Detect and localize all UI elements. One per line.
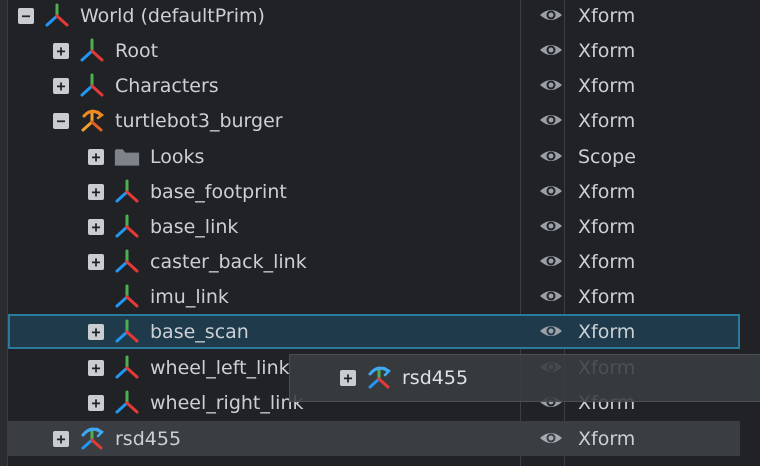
eye-icon[interactable] (539, 216, 563, 236)
row-label: wheel_left_link (150, 356, 290, 379)
row-type: Xform (578, 215, 636, 238)
tree-row[interactable]: + caster_back_link Xform (8, 244, 740, 279)
xform-icon (44, 3, 70, 29)
expand-icon: + (340, 369, 356, 386)
row-label: World (defaultPrim) (80, 4, 265, 27)
eye-icon[interactable] (539, 428, 563, 448)
tree-row-selected[interactable]: + base_scan Xform (8, 314, 740, 349)
row-label: base_link (150, 215, 239, 238)
row-type: Xform (578, 285, 636, 308)
camera-asset-icon (366, 365, 392, 391)
stage-tree-panel: − World (defaultPrim) Xform + Root Xform… (0, 0, 760, 466)
eye-icon[interactable] (539, 321, 563, 341)
row-type: Xform (578, 180, 636, 203)
collapse-icon[interactable]: − (53, 112, 69, 129)
row-label: base_scan (150, 320, 249, 343)
expand-icon[interactable]: + (88, 359, 104, 376)
tree-row[interactable]: + base_footprint Xform (8, 174, 740, 209)
tree-row[interactable]: + Looks Scope (8, 139, 740, 174)
xform-icon (114, 249, 140, 275)
row-label: Characters (115, 74, 219, 97)
expand-icon[interactable]: + (88, 323, 104, 340)
row-label: base_footprint (150, 180, 287, 203)
xform-icon (114, 179, 140, 205)
row-type: Scope (578, 145, 636, 168)
eye-icon[interactable] (539, 40, 563, 60)
camera-asset-icon (79, 426, 105, 452)
folder-icon (114, 144, 140, 170)
row-label: Root (115, 39, 159, 62)
expand-icon[interactable]: + (88, 394, 104, 411)
panel-left-edge (0, 0, 8, 466)
tree-row[interactable]: − World (defaultPrim) Xform (8, 0, 740, 33)
xform-icon (79, 73, 105, 99)
row-type: Xform (578, 4, 636, 27)
row-type: Xform (578, 427, 636, 450)
tree-row[interactable]: − turtlebot3_burger Xform (8, 103, 740, 138)
expand-icon[interactable]: + (88, 183, 104, 200)
row-label: rsd455 (115, 427, 182, 450)
tree-row[interactable]: + base_link Xform (8, 209, 740, 244)
xform-icon (114, 355, 140, 381)
xform-icon (114, 214, 140, 240)
eye-icon[interactable] (539, 75, 563, 95)
xform-icon (114, 319, 140, 345)
expand-icon[interactable]: + (53, 77, 69, 94)
expand-icon[interactable]: + (88, 253, 104, 270)
eye-icon[interactable] (539, 5, 563, 25)
drag-ghost-label: rsd455 (402, 366, 469, 389)
drag-ghost: + rsd455 (289, 354, 760, 402)
row-type: Xform (578, 74, 636, 97)
tree-row[interactable]: + Root Xform (8, 33, 740, 68)
row-label: Looks (150, 145, 205, 168)
row-label: turtlebot3_burger (115, 109, 283, 132)
eye-icon[interactable] (539, 181, 563, 201)
row-label: wheel_right_link (150, 391, 304, 414)
expander-spacer (88, 289, 104, 305)
tree-row[interactable]: imu_link Xform (8, 279, 740, 314)
expand-icon[interactable]: + (88, 218, 104, 235)
xform-icon (79, 38, 105, 64)
row-type: Xform (578, 320, 636, 343)
xform-icon (114, 390, 140, 416)
row-type: Xform (578, 250, 636, 273)
row-type: Xform (578, 39, 636, 62)
expand-icon[interactable]: + (88, 148, 104, 165)
expand-icon[interactable]: + (53, 430, 69, 447)
row-label: caster_back_link (150, 250, 307, 273)
eye-icon[interactable] (539, 286, 563, 306)
collapse-icon[interactable]: − (18, 7, 34, 24)
xform-icon (114, 284, 140, 310)
eye-icon[interactable] (539, 146, 563, 166)
eye-icon[interactable] (539, 110, 563, 130)
robot-icon (79, 108, 105, 134)
row-type: Xform (578, 109, 636, 132)
eye-icon[interactable] (539, 251, 563, 271)
tree-row-hovered[interactable]: + rsd455 Xform (8, 421, 740, 456)
expand-icon[interactable]: + (53, 42, 69, 59)
tree-row[interactable]: + Characters Xform (8, 68, 740, 103)
row-label: imu_link (150, 285, 229, 308)
